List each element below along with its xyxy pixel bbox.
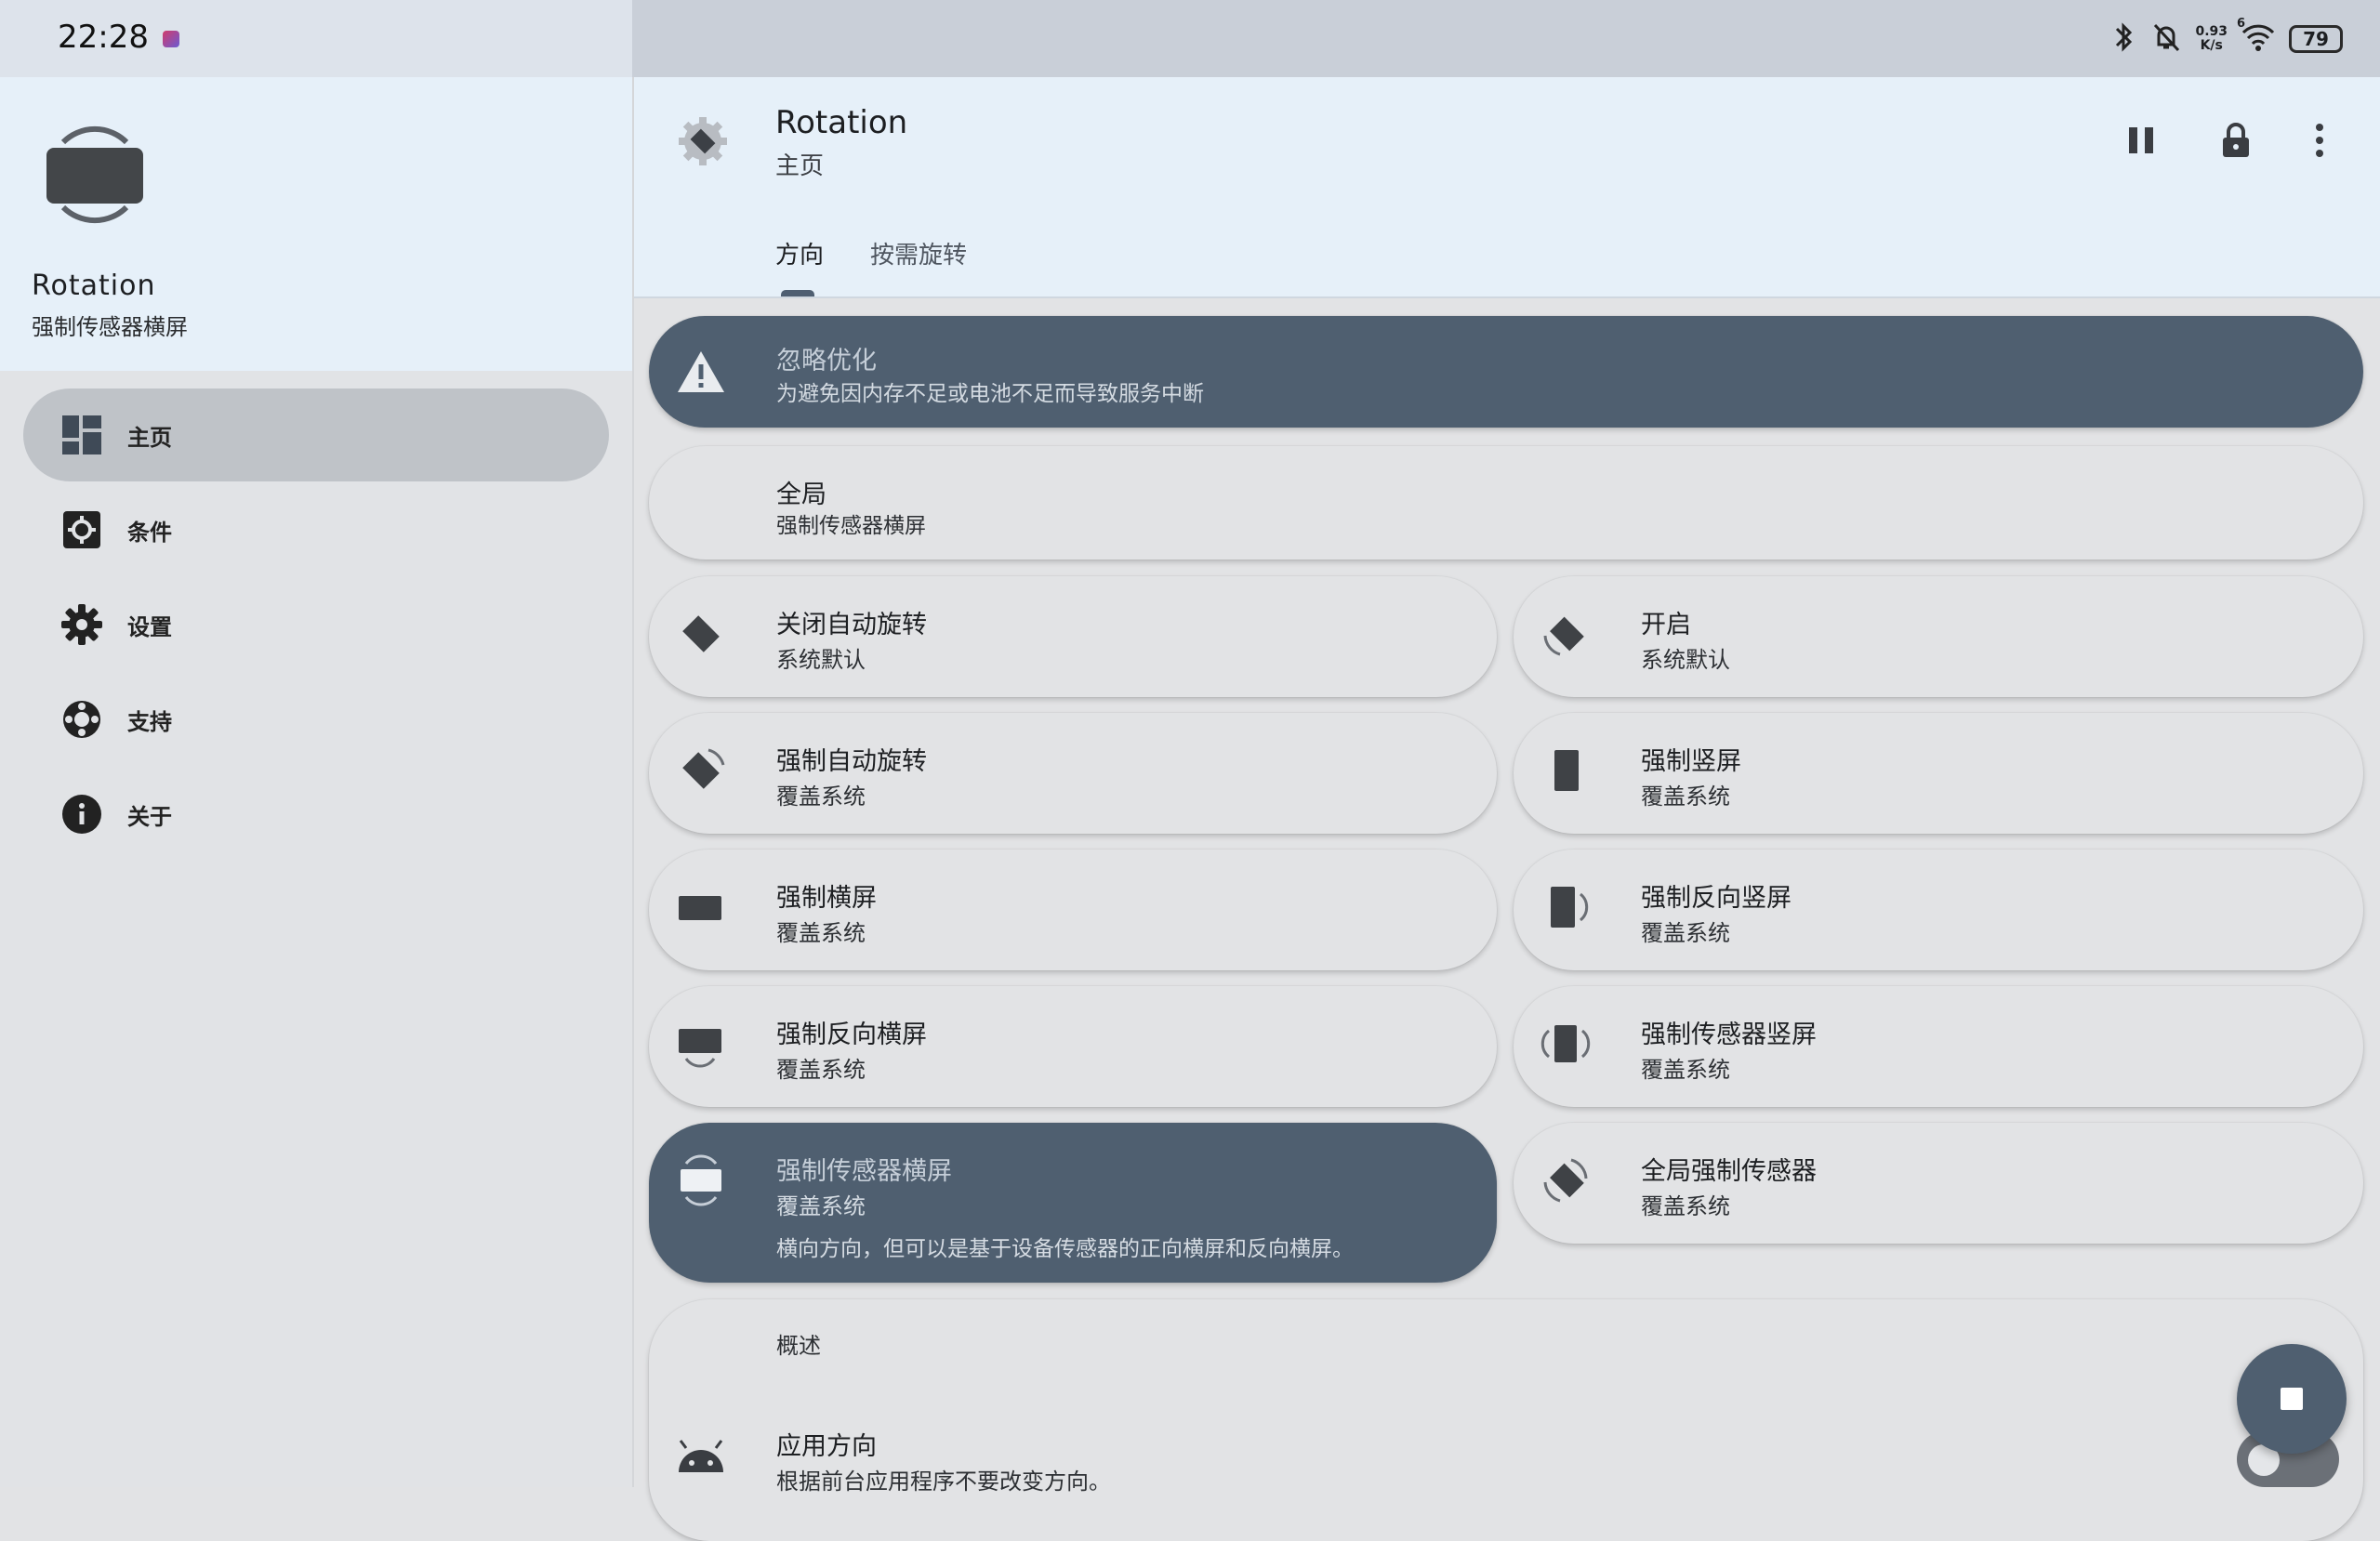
- mode-subtitle: 覆盖系统: [776, 1193, 866, 1219]
- mode-subtitle: 覆盖系统: [1641, 1193, 1730, 1219]
- mode-title: 强制反向横屏: [776, 1021, 927, 1049]
- rotation-off-icon: [675, 606, 727, 662]
- mode-title: 强制传感器横屏: [776, 1157, 952, 1186]
- portrait-icon: [1540, 743, 1592, 798]
- app-rotation-icon: [677, 115, 729, 167]
- overview-card: 概述 应用方向 根据前台应用程序不要改变方向。: [649, 1299, 2363, 1541]
- page-subtitle: 主页: [775, 152, 825, 180]
- mute-bell-icon: [2150, 20, 2182, 58]
- app-orientation-subtitle: 根据前台应用程序不要改变方向。: [776, 1469, 1111, 1495]
- nav-item-home[interactable]: 主页: [23, 389, 609, 481]
- rotation-on-icon: [1540, 606, 1592, 662]
- overview-header: 概述: [776, 1333, 821, 1359]
- nav-item-conditions[interactable]: 条件: [23, 483, 609, 576]
- mode-card-portrait[interactable]: 强制竖屏 覆盖系统: [1514, 713, 2363, 834]
- nav-item-about[interactable]: 关于: [23, 768, 609, 861]
- notification-app-icon: [162, 30, 179, 47]
- status-clock: 22:28: [58, 19, 179, 56]
- mode-card-reverse-landscape[interactable]: 强制反向横屏 覆盖系统: [649, 986, 1497, 1107]
- stop-icon: [2281, 1388, 2303, 1410]
- nav-item-support[interactable]: 支持: [23, 673, 609, 766]
- sensor-landscape-icon: [675, 1152, 727, 1208]
- mode-title: 强制自动旋转: [776, 747, 927, 776]
- mode-card-rotation-off[interactable]: 关闭自动旋转 系统默认: [649, 576, 1497, 697]
- tab-on-demand-rotation[interactable]: 按需旋转: [870, 236, 967, 270]
- sensor-portrait-icon: [1540, 1016, 1592, 1072]
- mode-subtitle: 覆盖系统: [1641, 1057, 1730, 1083]
- app-orientation-title: 应用方向: [776, 1432, 877, 1461]
- global-title: 全局: [776, 481, 826, 509]
- mode-subtitle: 覆盖系统: [776, 920, 866, 946]
- nav-item-label: 关于: [127, 803, 172, 830]
- mode-card-reverse-portrait[interactable]: 强制反向竖屏 覆盖系统: [1514, 850, 2363, 970]
- app-logo-icon: [43, 114, 147, 235]
- warning-icon: [675, 344, 727, 400]
- drawer-app-status: 强制传感器横屏: [32, 314, 188, 340]
- network-speed: 0.93 K/s: [2195, 24, 2228, 53]
- status-icons: 0.93 K/s 6 79: [2111, 17, 2343, 59]
- mode-card-sensor-portrait[interactable]: 强制传感器竖屏 覆盖系统: [1514, 986, 2363, 1107]
- nav-item-settings[interactable]: 设置: [23, 578, 609, 671]
- support-icon: [60, 698, 103, 741]
- mode-description: 横向方向，但可以是基于设备传感器的正向横屏和反向横屏。: [776, 1237, 1354, 1261]
- mode-subtitle: 覆盖系统: [1641, 920, 1730, 946]
- tab-direction[interactable]: 方向: [775, 236, 824, 270]
- lock-button[interactable]: [2213, 117, 2259, 164]
- status-bar: [0, 0, 2380, 77]
- pause-icon: [2129, 127, 2153, 153]
- lock-icon: [2223, 123, 2249, 157]
- nav-item-label: 支持: [127, 708, 172, 735]
- mode-title: 强制竖屏: [1641, 747, 1741, 776]
- stop-service-fab[interactable]: [2237, 1344, 2347, 1454]
- more-options-button[interactable]: [2296, 117, 2343, 164]
- mode-card-landscape[interactable]: 强制横屏 覆盖系统: [649, 850, 1497, 970]
- more-vert-icon: [2316, 124, 2323, 157]
- mode-subtitle: 系统默认: [776, 647, 866, 673]
- mode-card-sensor-landscape[interactable]: 强制传感器横屏 覆盖系统 横向方向，但可以是基于设备传感器的正向横屏和反向横屏。: [649, 1123, 1497, 1283]
- mode-subtitle: 覆盖系统: [776, 1057, 866, 1083]
- reverse-portrait-icon: [1540, 879, 1592, 935]
- battery-indicator: 79: [2289, 25, 2343, 53]
- landscape-icon: [675, 879, 727, 935]
- info-icon: [60, 793, 103, 836]
- mode-title: 关闭自动旋转: [776, 611, 927, 639]
- android-icon: [675, 1429, 727, 1485]
- ignore-optimization-banner[interactable]: 忽略优化 为避免因内存不足或电池不足而导致服务中断: [649, 316, 2363, 428]
- force-auto-rotate-icon: [675, 743, 727, 798]
- drawer-app-name: Rotation: [32, 270, 156, 302]
- nav-item-label: 条件: [127, 519, 172, 546]
- mode-title: 强制横屏: [776, 884, 877, 913]
- mode-title: 强制反向竖屏: [1641, 884, 1792, 913]
- mode-card-full-sensor[interactable]: 全局强制传感器 覆盖系统: [1514, 1123, 2363, 1244]
- conditions-icon: [60, 508, 103, 551]
- mode-subtitle: 覆盖系统: [1641, 784, 1730, 810]
- mode-title: 全局强制传感器: [1641, 1157, 1817, 1186]
- banner-title: 忽略优化: [776, 347, 877, 375]
- nav-item-label: 设置: [127, 613, 172, 640]
- mode-title: 强制传感器竖屏: [1641, 1021, 1817, 1049]
- topbar-divider: [634, 296, 2380, 298]
- bluetooth-icon: [2111, 20, 2137, 58]
- global-setting-card[interactable]: 全局 强制传感器横屏: [649, 446, 2363, 560]
- mode-card-force-auto-rotate[interactable]: 强制自动旋转 覆盖系统: [649, 713, 1497, 834]
- mode-card-rotation-on[interactable]: 开启 系统默认: [1514, 576, 2363, 697]
- dashboard-icon: [60, 414, 103, 456]
- wifi-icon: 6: [2237, 17, 2276, 56]
- mode-subtitle: 覆盖系统: [776, 784, 866, 810]
- mode-subtitle: 系统默认: [1641, 647, 1730, 673]
- global-subtitle: 强制传感器横屏: [776, 514, 926, 538]
- reverse-landscape-icon: [675, 1016, 727, 1072]
- full-sensor-icon: [1540, 1152, 1592, 1208]
- gear-icon: [60, 603, 103, 646]
- banner-subtitle: 为避免因内存不足或电池不足而导致服务中断: [776, 382, 1204, 406]
- page-title: Rotation: [775, 104, 908, 141]
- mode-title: 开启: [1641, 611, 1691, 639]
- nav-item-label: 主页: [127, 424, 172, 451]
- pause-button[interactable]: [2118, 117, 2164, 164]
